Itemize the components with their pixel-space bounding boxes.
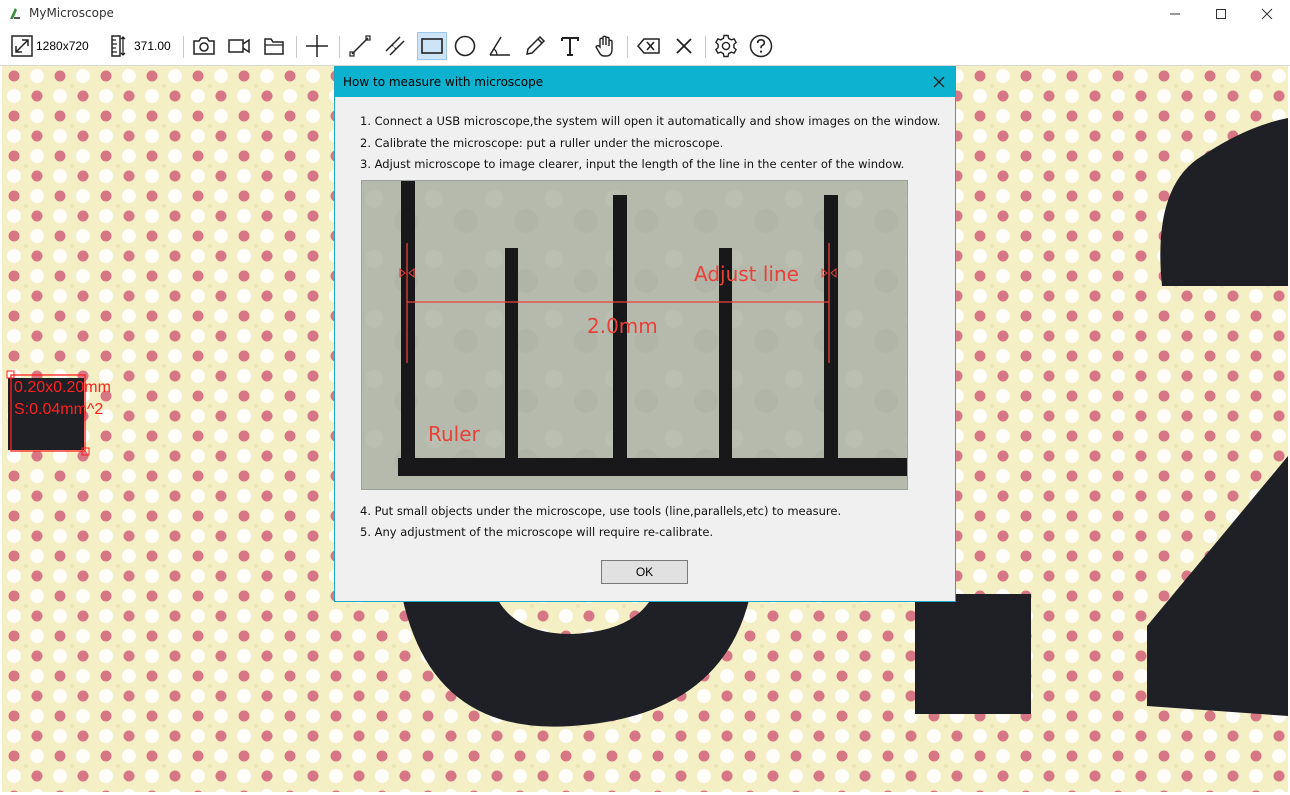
parallel-tool-button[interactable] — [382, 32, 408, 60]
circle-icon — [454, 35, 476, 57]
help-button[interactable] — [748, 32, 774, 60]
toolbar-separator — [296, 36, 297, 58]
instruction-step-1: 1. Connect a USB microscope,the system w… — [360, 114, 941, 128]
ruler-illustration: Adjust line 2.0mm Ruler — [362, 181, 907, 489]
calibration-button[interactable]: 371.00 — [108, 32, 171, 60]
maximize-button[interactable] — [1198, 0, 1244, 28]
maximize-icon — [1216, 9, 1226, 19]
pencil-tool-button[interactable] — [522, 32, 548, 60]
record-button[interactable] — [226, 32, 252, 60]
ok-button[interactable]: OK — [601, 560, 688, 584]
settings-icon — [715, 34, 737, 58]
help-icon — [749, 34, 773, 58]
angle-tool-button[interactable] — [487, 32, 513, 60]
toolbar-separator — [627, 36, 628, 58]
minimize-icon — [1170, 13, 1180, 15]
settings-button[interactable] — [713, 32, 739, 60]
measurement-area-label: S:0.04mm^2 — [14, 401, 104, 418]
pan-tool-button[interactable] — [592, 32, 618, 60]
hand-icon — [595, 35, 613, 57]
text-tool-button[interactable] — [557, 32, 583, 60]
close-icon — [1261, 8, 1273, 20]
window-title: MyMicroscope — [29, 6, 114, 20]
resize-icon — [11, 35, 33, 57]
snapshot-button[interactable] — [191, 32, 217, 60]
crosshair-icon — [306, 35, 328, 57]
folder-icon — [264, 38, 284, 55]
minimize-button[interactable] — [1152, 0, 1198, 28]
ruler-label: Ruler — [428, 422, 481, 446]
pencil-icon — [526, 35, 546, 55]
measurement-size-label: 0.20x0.20mm — [14, 379, 111, 396]
dialog-title-bar: How to measure with microscope — [335, 67, 955, 97]
title-bar: MyMicroscope — [0, 0, 1290, 28]
ruler-icon — [111, 35, 126, 57]
camera-icon — [193, 37, 215, 55]
rectangle-tool-button[interactable] — [417, 32, 447, 60]
clear-all-button[interactable] — [671, 32, 697, 60]
calibration-example-image: Adjust line 2.0mm Ruler — [361, 180, 908, 490]
erase-icon — [637, 38, 660, 54]
toolbar-separator — [339, 36, 340, 58]
length-label: 2.0mm — [587, 314, 658, 338]
text-icon — [561, 37, 579, 56]
resolution-button[interactable]: 1280x720 — [10, 32, 89, 60]
line-icon — [349, 35, 371, 57]
angle-icon — [489, 36, 510, 56]
line-tool-button[interactable] — [347, 32, 373, 60]
rectangle-icon — [421, 38, 443, 54]
toolbar: 1280x720 371.00 — [0, 28, 1290, 66]
toolbar-separator — [183, 36, 184, 58]
help-dialog: How to measure with microscope 1. Connec… — [334, 66, 956, 602]
crosshair-button[interactable] — [304, 32, 330, 60]
close-button[interactable] — [1244, 0, 1290, 28]
instruction-step-2: 2. Calibrate the microscope: put a rulle… — [360, 136, 724, 150]
dialog-close-button[interactable] — [927, 70, 951, 94]
circle-tool-button[interactable] — [452, 32, 478, 60]
calibration-label: 371.00 — [134, 39, 171, 53]
video-icon — [228, 38, 250, 54]
resolution-label: 1280x720 — [36, 39, 89, 53]
instruction-step-4: 4. Put small objects under the microscop… — [360, 504, 842, 518]
clear-icon — [676, 38, 692, 54]
instruction-step-3: 3. Adjust microscope to image clearer, i… — [360, 157, 905, 171]
parallel-lines-icon — [385, 36, 405, 56]
instruction-step-5: 5. Any adjustment of the microscope will… — [360, 525, 714, 539]
close-icon — [933, 76, 945, 88]
toolbar-separator — [705, 36, 706, 58]
app-icon — [10, 8, 20, 19]
erase-button[interactable] — [635, 32, 663, 60]
adjust-line-label: Adjust line — [694, 262, 799, 286]
open-folder-button[interactable] — [261, 32, 287, 60]
dialog-title: How to measure with microscope — [343, 75, 544, 89]
